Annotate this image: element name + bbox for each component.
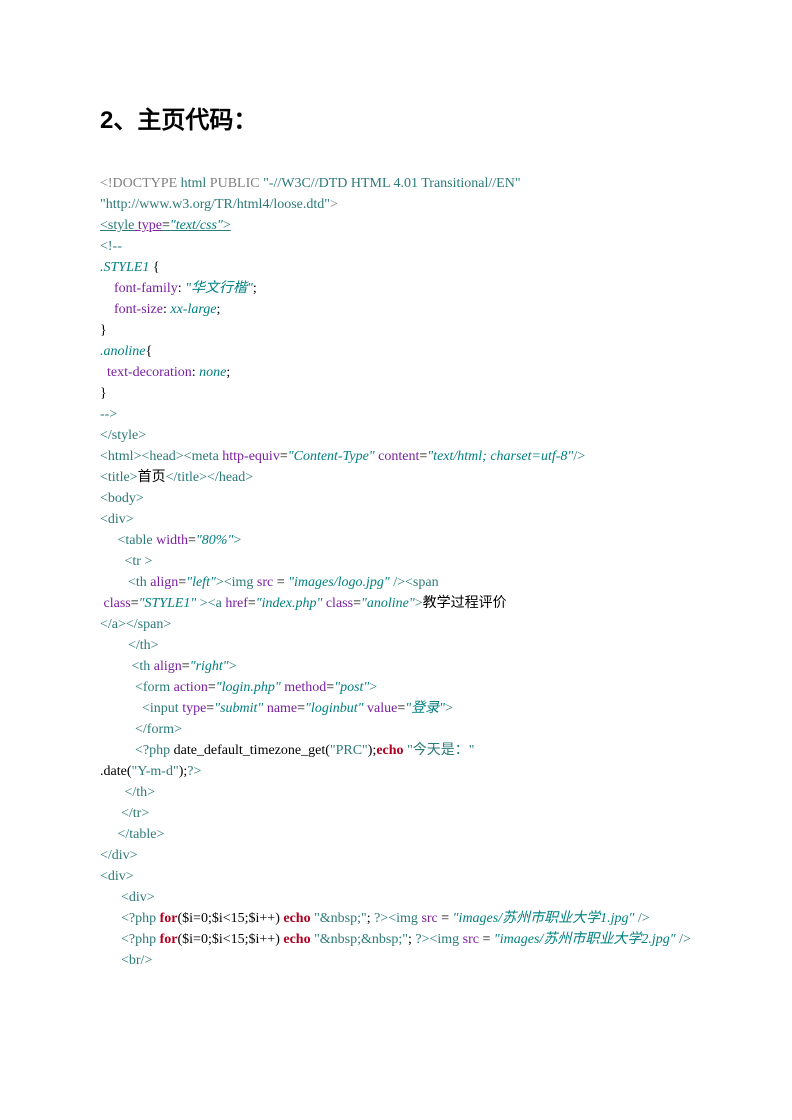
div-open-1: <div> (100, 512, 134, 527)
php-for-1: <?php for($i=0;$i<15;$i++) echo "&nbsp;"… (100, 911, 650, 926)
style-close: </style> (100, 428, 146, 443)
css-rule-2: .anoline{ (100, 344, 152, 359)
input-line: <input type="submit" name="loginbut" val… (100, 701, 453, 716)
meta-line: <html><head><meta http-equiv="Content-Ty… (100, 449, 585, 464)
th-close-2: </th> (100, 785, 155, 800)
brace-close-2: } (100, 386, 107, 401)
div-open-3: <div> (100, 890, 155, 905)
brace-close-1: } (100, 323, 107, 338)
div-close-1: </div> (100, 848, 138, 863)
page: 2、主页代码： <!DOCTYPE html PUBLIC "-//W3C//D… (0, 0, 792, 1021)
div-open-2: <div> (100, 869, 134, 884)
code-block: <!DOCTYPE html PUBLIC "-//W3C//DTD HTML … (100, 173, 692, 971)
table-open: <table width="80%"> (100, 533, 241, 548)
php-date: <?php date_default_timezone_get("PRC");e… (100, 743, 475, 779)
doctype-uri: "http://www.w3.org/TR/html4/loose.dtd"> (100, 197, 338, 212)
doctype-line: <!DOCTYPE html PUBLIC "-//W3C//DTD HTML … (100, 176, 521, 191)
th-left: <th align="left"><img src = "images/logo… (100, 575, 439, 590)
comment-open: <!-- (100, 239, 122, 254)
css-prop-2: font-size: xx-large; (100, 302, 220, 317)
section-heading: 2、主页代码： (100, 100, 692, 135)
comment-close: --> (100, 407, 117, 422)
css-prop-1: font-family: "华文行楷"; (100, 281, 257, 296)
tr-close: </tr> (100, 806, 149, 821)
span-link: class="STYLE1" ><a href="index.php" clas… (100, 596, 507, 632)
th-right: <th align="right"> (100, 659, 237, 674)
form-open: <form action="login.php" method="post"> (100, 680, 377, 695)
style-open: <style type="text/css"> (100, 218, 231, 233)
form-close: </form> (100, 722, 182, 737)
title-line: <title>首页</title></head> (100, 470, 253, 485)
tr-open: <tr > (100, 554, 152, 569)
br-tag: <br/> (100, 953, 152, 968)
body-open: <body> (100, 491, 144, 506)
th-close-1: </th> (100, 638, 159, 653)
php-for-2: <?php for($i=0;$i<15;$i++) echo "&nbsp;&… (100, 932, 691, 947)
css-rule-1: .STYLE1 { (100, 260, 160, 275)
css-prop-3: text-decoration: none; (100, 365, 230, 380)
table-close: </table> (100, 827, 164, 842)
